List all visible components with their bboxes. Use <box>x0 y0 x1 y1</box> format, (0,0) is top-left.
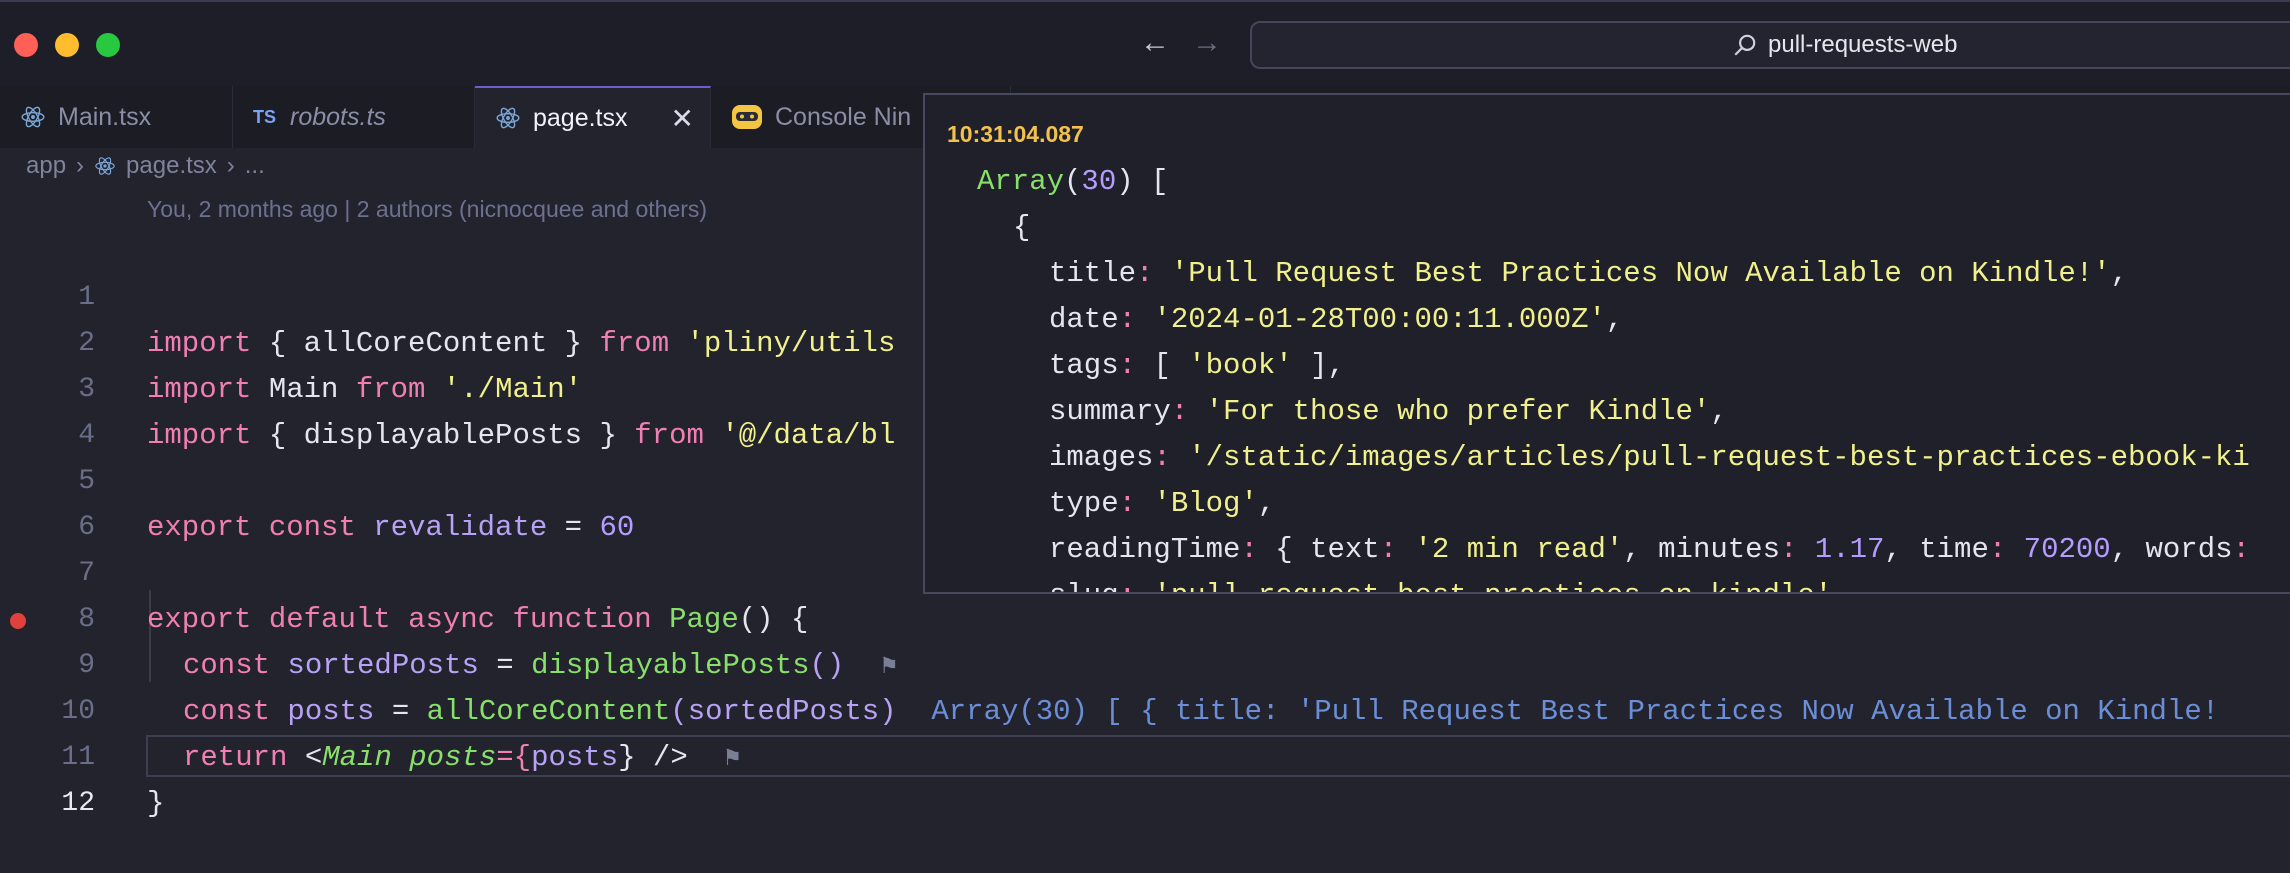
log-timestamp: 10:31:04.087 <box>947 121 1084 147</box>
tab-page-tsx[interactable]: page.tsx ✕ <box>475 86 711 148</box>
react-icon <box>20 104 46 130</box>
zoom-window-button[interactable] <box>96 33 120 57</box>
log-line: { <box>1013 211 1031 244</box>
command-center-search[interactable]: pull-requests-web <box>1250 21 2290 69</box>
log-line: date: '2024-01-28T00:00:11.000Z', <box>1049 303 1624 336</box>
breadcrumb-symbol[interactable]: ... <box>245 152 265 180</box>
log-line: title: 'Pull Request Best Practices Now … <box>1049 257 2128 290</box>
search-icon <box>1734 34 1756 56</box>
chevron-right-icon: › <box>76 152 85 179</box>
forward-arrow-icon[interactable]: → <box>1192 26 1222 60</box>
log-line: summary: 'For those who prefer Kindle', <box>1049 395 1728 428</box>
code-line: 9 const posts = allCoreContent(sortedPos… <box>0 597 2290 728</box>
close-window-button[interactable] <box>14 33 38 57</box>
back-arrow-icon[interactable]: ← <box>1140 26 1170 60</box>
log-line: slug: 'pull-request-best-practices-on-ki… <box>1049 579 1832 592</box>
react-icon <box>495 105 521 131</box>
typescript-icon: TS <box>253 106 277 127</box>
breadcrumb-folder[interactable]: app <box>26 152 66 180</box>
code-line: 12 <box>0 735 2290 819</box>
tab-label: page.tsx <box>533 103 628 132</box>
tab-robots-ts[interactable]: TS robots.ts <box>233 86 475 148</box>
code-line: 11 } <box>0 689 2290 820</box>
breadcrumb-file[interactable]: page.tsx <box>126 152 217 180</box>
close-tab-icon[interactable]: ✕ <box>671 102 694 135</box>
log-line: readingTime: { text: '2 min read', minut… <box>1049 533 2250 566</box>
chevron-right-icon: › <box>226 152 235 179</box>
log-line: tags: [ 'book' ], <box>1049 349 1345 382</box>
code-line: 10 return <Main posts={posts} /> ⚑ <box>0 643 2290 774</box>
log-line: type: 'Blog', <box>1049 487 1276 520</box>
tab-label: Main.tsx <box>58 102 152 131</box>
breadcrumb: app › page.tsx › ... <box>26 152 265 180</box>
line-number: 12 <box>61 788 95 819</box>
workspace-name: pull-requests-web <box>1768 31 1958 58</box>
title-bar: ← → pull-requests-web <box>0 0 2290 88</box>
log-line: images: '/static/images/articles/pull-re… <box>1049 441 2250 474</box>
tab-main-tsx[interactable]: Main.tsx <box>0 86 233 148</box>
react-icon <box>94 155 116 177</box>
git-blame-annotation[interactable]: You, 2 months ago | 2 authors (nicnocque… <box>147 196 707 223</box>
log-line: Array(30) [ <box>977 165 1169 198</box>
tab-label: Console Nin <box>775 102 912 131</box>
console-log-hover-popup[interactable]: 10:31:04.087 Array(30) [ { title: 'Pull … <box>923 93 2290 594</box>
minimize-window-button[interactable] <box>55 33 79 57</box>
console-ninja-icon <box>731 103 763 131</box>
tab-label: robots.ts <box>290 102 386 131</box>
